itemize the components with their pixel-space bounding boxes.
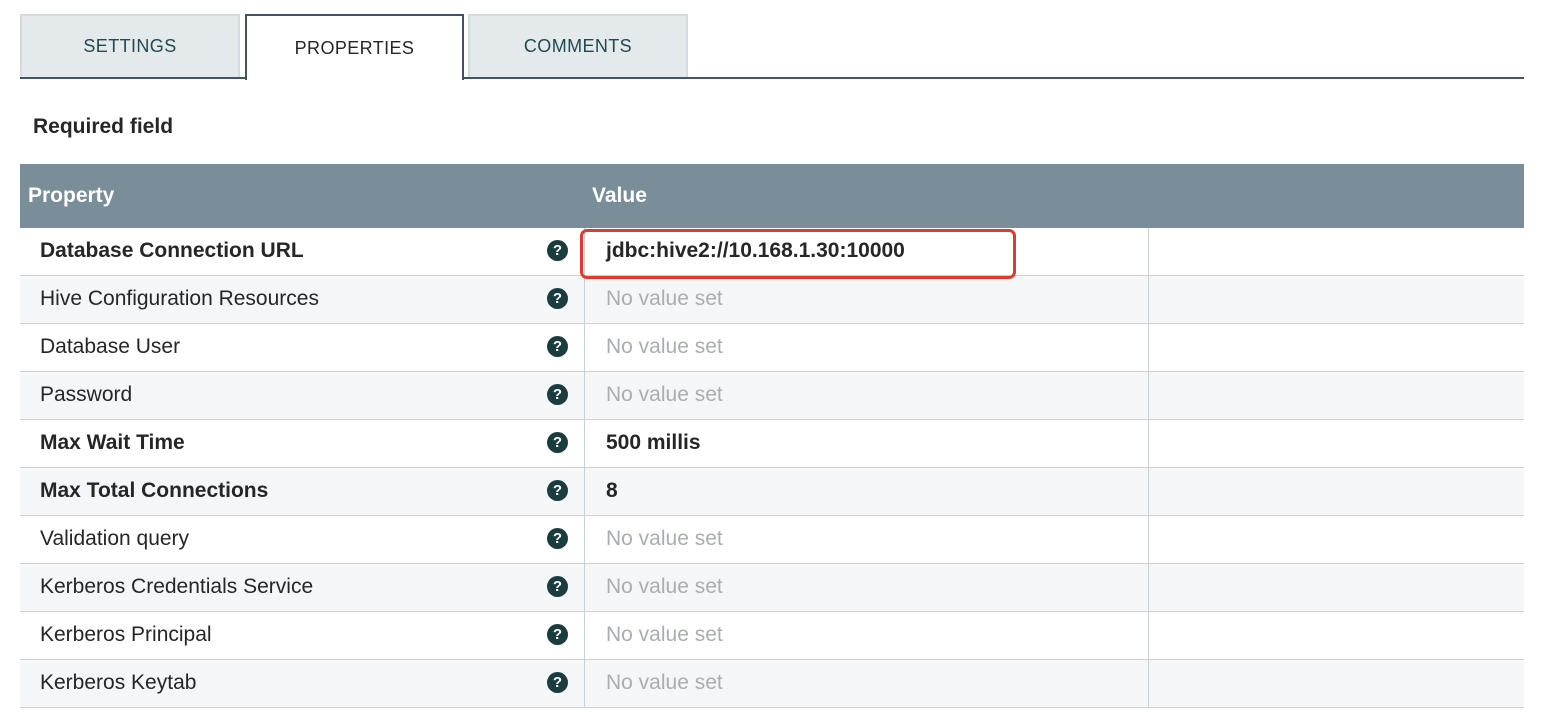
properties-table: Property Value Database Connection URL? j… bbox=[20, 164, 1524, 708]
table-row[interactable]: Max Wait Time? 500 millis bbox=[20, 420, 1524, 468]
property-name: Password bbox=[40, 383, 133, 406]
column-header-value[interactable]: Value bbox=[592, 184, 647, 208]
property-name: Validation query bbox=[40, 527, 190, 550]
property-value[interactable]: No value set bbox=[606, 287, 723, 311]
column-divider bbox=[584, 372, 585, 420]
column-divider bbox=[1148, 516, 1149, 564]
table-row[interactable]: Hive Configuration Resources? No value se… bbox=[20, 276, 1524, 324]
property-value[interactable]: No value set bbox=[606, 383, 723, 407]
column-divider bbox=[584, 516, 585, 564]
table-row[interactable]: Kerberos Keytab? No value set bbox=[20, 660, 1524, 708]
help-icon[interactable]: ? bbox=[547, 336, 568, 357]
column-divider bbox=[584, 564, 585, 612]
column-divider bbox=[1148, 372, 1149, 420]
table-body: Database Connection URL? jdbc:hive2://10.… bbox=[20, 228, 1524, 708]
column-divider bbox=[1148, 564, 1149, 612]
help-icon[interactable]: ? bbox=[547, 576, 568, 597]
tab-properties[interactable]: PROPERTIES bbox=[245, 14, 464, 80]
column-divider bbox=[584, 420, 585, 468]
help-icon[interactable]: ? bbox=[547, 432, 568, 453]
table-row[interactable]: Kerberos Credentials Service? No value se… bbox=[20, 564, 1524, 612]
properties-dialog: SETTINGS PROPERTIES COMMENTS Required fi… bbox=[0, 0, 1550, 728]
property-value[interactable]: No value set bbox=[606, 575, 723, 599]
table-row[interactable]: Password? No value set bbox=[20, 372, 1524, 420]
column-divider bbox=[1148, 324, 1149, 372]
column-divider bbox=[584, 468, 585, 516]
property-name: Hive Configuration Resources bbox=[40, 287, 319, 310]
property-value[interactable]: No value set bbox=[606, 527, 723, 551]
column-header-property[interactable]: Property bbox=[28, 184, 114, 208]
column-divider bbox=[584, 276, 585, 324]
table-row[interactable]: Max Total Connections? 8 bbox=[20, 468, 1524, 516]
table-header: Property Value bbox=[20, 164, 1524, 228]
property-name: Kerberos Keytab bbox=[40, 671, 197, 694]
table-row[interactable]: Validation query? No value set bbox=[20, 516, 1524, 564]
column-divider bbox=[1148, 228, 1149, 276]
column-divider bbox=[1148, 660, 1149, 708]
help-icon[interactable]: ? bbox=[547, 672, 568, 693]
tab-bar: SETTINGS PROPERTIES COMMENTS bbox=[20, 14, 1524, 80]
column-divider bbox=[1148, 612, 1149, 660]
help-icon[interactable]: ? bbox=[547, 528, 568, 549]
property-value[interactable]: 8 bbox=[606, 479, 618, 503]
help-icon[interactable]: ? bbox=[547, 288, 568, 309]
table-row[interactable]: Kerberos Principal? No value set bbox=[20, 612, 1524, 660]
property-value[interactable]: No value set bbox=[606, 335, 723, 359]
tab-settings[interactable]: SETTINGS bbox=[20, 14, 240, 77]
property-name: Kerberos Principal bbox=[40, 623, 212, 646]
column-divider bbox=[584, 324, 585, 372]
table-row[interactable]: Database Connection URL? jdbc:hive2://10.… bbox=[20, 228, 1524, 276]
tab-comments[interactable]: COMMENTS bbox=[468, 14, 688, 77]
help-icon[interactable]: ? bbox=[547, 240, 568, 261]
column-divider bbox=[584, 228, 585, 276]
help-icon[interactable]: ? bbox=[547, 624, 568, 645]
column-divider bbox=[584, 660, 585, 708]
property-value[interactable]: 500 millis bbox=[606, 431, 701, 455]
property-value[interactable]: No value set bbox=[606, 623, 723, 647]
property-name: Max Total Connections bbox=[40, 479, 269, 502]
help-icon[interactable]: ? bbox=[547, 384, 568, 405]
property-name: Database User bbox=[40, 335, 181, 358]
column-divider bbox=[1148, 468, 1149, 516]
property-name: Max Wait Time bbox=[40, 431, 185, 454]
column-divider bbox=[1148, 420, 1149, 468]
required-field-label: Required field bbox=[33, 115, 174, 138]
help-icon[interactable]: ? bbox=[547, 480, 568, 501]
table-row[interactable]: Database User? No value set bbox=[20, 324, 1524, 372]
column-divider bbox=[584, 612, 585, 660]
property-value[interactable]: jdbc:hive2://10.168.1.30:10000 bbox=[606, 239, 905, 263]
property-name: Kerberos Credentials Service bbox=[40, 575, 314, 598]
column-divider bbox=[1148, 276, 1149, 324]
property-value[interactable]: No value set bbox=[606, 671, 723, 695]
property-name: Database Connection URL bbox=[40, 239, 304, 262]
